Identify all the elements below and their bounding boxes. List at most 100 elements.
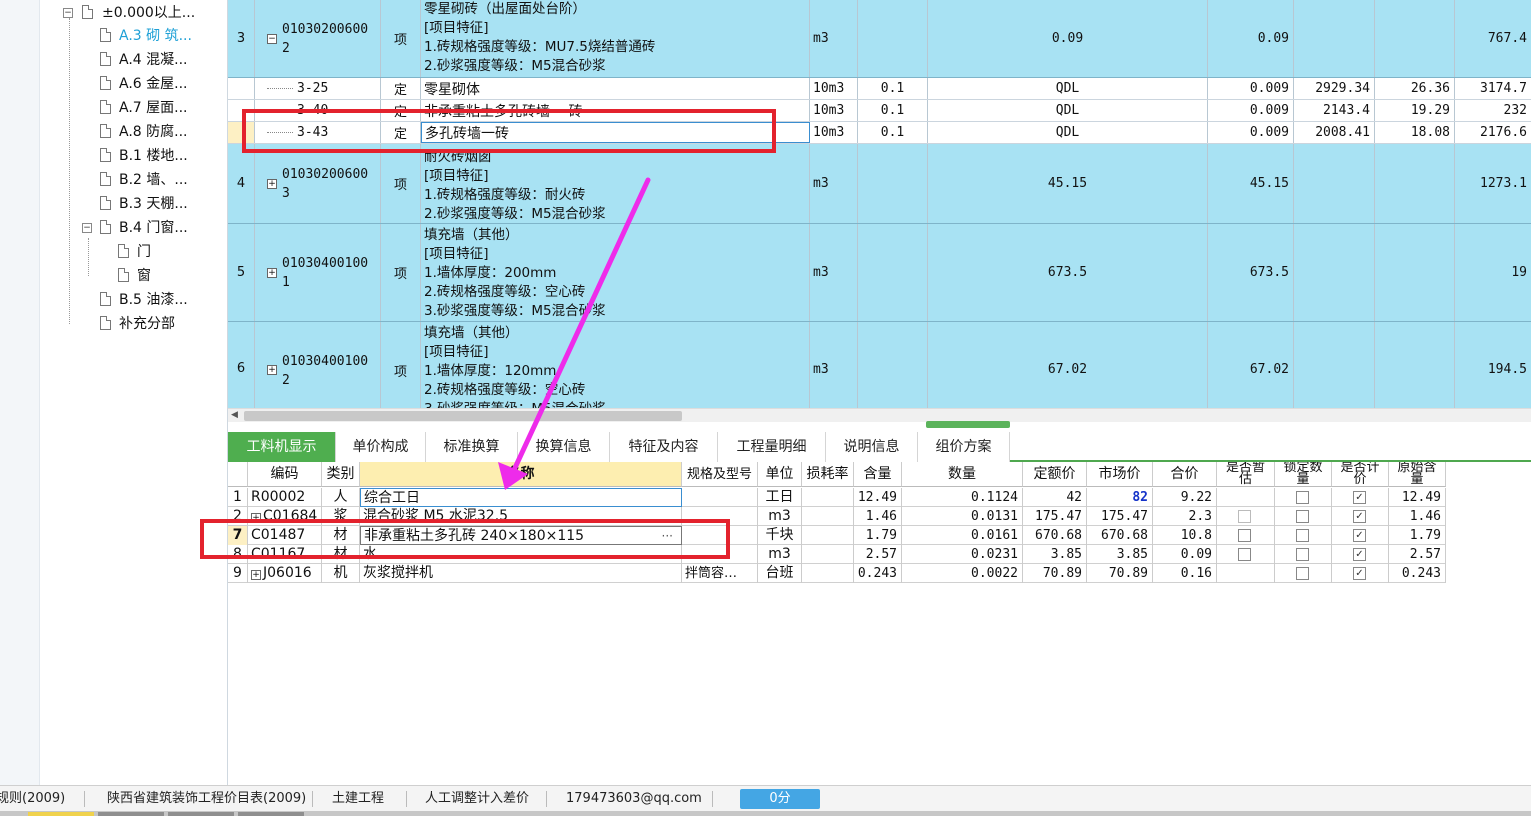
scrollbar-thumb[interactable] (244, 411, 682, 421)
code-cell[interactable]: + 01030200600 3 (255, 144, 381, 223)
content-cell[interactable]: 1.46 (854, 507, 902, 526)
collapse-icon[interactable]: − (63, 8, 73, 18)
table-row[interactable]: 5 + 01030400100 1 项 填充墙（其他） [项目特征] 1.墙体厚… (228, 224, 1531, 322)
table-row[interactable]: 3 − 01030200600 2 项 零星砌砖（出屋面处台阶） [项目特征] … (228, 0, 1531, 78)
name-cell[interactable]: 灰浆搅拌机 (360, 564, 682, 583)
quantity-cell[interactable]: 0.0022 (902, 564, 1023, 583)
scroll-left-icon[interactable]: ◀ (231, 410, 238, 420)
header-quota-price[interactable]: 定额价 (1023, 462, 1087, 487)
code-cell[interactable]: C01167 (248, 545, 322, 564)
estimate-checkbox[interactable] (1238, 548, 1251, 561)
header-is-estimate[interactable]: 是否暂 估 (1217, 462, 1275, 487)
tab-quantity-details[interactable]: 工程量明细 (718, 432, 826, 462)
collapse-icon[interactable]: − (267, 33, 277, 44)
tab-conversion-info[interactable]: 换算信息 (518, 432, 610, 462)
taskbar-item[interactable] (238, 812, 304, 816)
header-market-price[interactable]: 市场价 (1087, 462, 1153, 487)
horizontal-scrollbar[interactable]: ◀ (228, 408, 1531, 422)
quantity-cell[interactable]: 0.0131 (902, 507, 1023, 526)
code-cell[interactable]: + C01684 (248, 507, 322, 526)
table-row-selected[interactable]: 3-43 定 多孔砖墙一砖 10m3 0.1 QDL 0.009 2008.41… (228, 122, 1531, 144)
priced-checkbox[interactable]: ✓ (1353, 491, 1366, 504)
loss-rate-cell[interactable] (802, 488, 854, 507)
header-category[interactable]: 类别 (322, 462, 360, 487)
table-row[interactable]: 9 + J06016 机 灰浆搅拌机 拌筒容… 台班 0.243 0.0022 7… (228, 564, 1446, 583)
table-row[interactable]: 3-40 定 非承重粘土多孔砖墙 一砖 10m3 0.1 QDL 0.009 2… (228, 100, 1531, 122)
lock-checkbox[interactable] (1296, 491, 1309, 504)
description-input[interactable]: 多孔砖墙一砖 (421, 122, 810, 143)
header-quantity[interactable]: 数量 (902, 462, 1023, 487)
expression-cell[interactable]: QDL (928, 100, 1208, 121)
code-cell[interactable]: R00002 (248, 488, 322, 507)
lock-checkbox[interactable] (1296, 567, 1309, 580)
loss-rate-cell[interactable] (802, 564, 854, 583)
spec-cell[interactable] (682, 488, 758, 507)
code-cell[interactable]: + 01030400100 1 (255, 224, 381, 321)
name-cell[interactable]: 综合工日 (360, 488, 682, 507)
content-cell[interactable]: 0.1 (858, 100, 928, 121)
expand-icon[interactable]: + (267, 365, 277, 375)
tab-description-info[interactable]: 说明信息 (826, 432, 918, 462)
table-row[interactable]: 2 + C01684 浆 混合砂浆 M5 水泥32.5 m3 1.46 0.013… (228, 507, 1446, 526)
estimate-checkbox[interactable] (1238, 529, 1251, 542)
estimate-checkbox[interactable] (1238, 510, 1251, 523)
code-cell[interactable]: C01487 (248, 526, 322, 545)
table-row[interactable]: 1 R00002 人 综合工日 工日 12.49 0.1124 42 82 9.… (228, 488, 1446, 507)
table-row[interactable]: 6 + 01030400100 2 项 填充墙（其他） [项目特征] 1.墙体厚… (228, 322, 1531, 408)
lock-cell[interactable] (1275, 545, 1332, 564)
description-cell[interactable]: 零星砌砖（出屋面处台阶） [项目特征] 1.砖规格强度等级：MU7.5烧结普通砖… (421, 0, 810, 77)
estimate-cell[interactable] (1217, 526, 1275, 545)
header-original-content[interactable]: 原始含 量 (1389, 462, 1446, 487)
expand-icon[interactable]: + (267, 178, 277, 189)
priced-checkbox[interactable]: ✓ (1353, 567, 1366, 580)
header-unit[interactable]: 单位 (758, 462, 802, 487)
priced-cell[interactable]: ✓ (1332, 545, 1389, 564)
taskbar-item[interactable] (28, 812, 94, 816)
expression-cell[interactable]: QDL (928, 78, 1208, 99)
header-code[interactable]: 编码 (248, 462, 322, 487)
priced-cell[interactable]: ✓ (1332, 507, 1389, 526)
spec-cell[interactable] (682, 526, 758, 545)
lock-cell[interactable] (1275, 564, 1332, 583)
expression-cell[interactable]: QDL (928, 122, 1208, 143)
name-input[interactable]: 非承重粘土多孔砖 240×180×115 ··· (360, 526, 682, 545)
spec-cell[interactable] (682, 545, 758, 564)
priced-checkbox[interactable]: ✓ (1353, 510, 1366, 523)
estimate-cell[interactable] (1217, 507, 1275, 526)
header-name[interactable]: 名称 (360, 462, 682, 487)
priced-checkbox[interactable]: ✓ (1353, 548, 1366, 561)
name-cell[interactable]: 混合砂浆 M5 水泥32.5 (360, 507, 682, 526)
quantity-cell[interactable]: 0.1124 (902, 488, 1023, 507)
priced-checkbox[interactable]: ✓ (1353, 529, 1366, 542)
description-cell[interactable]: 耐火砖烟囱 [项目特征] 1.砖规格强度等级：耐火砖 2.砂浆强度等级：M5混合… (421, 144, 810, 223)
code-cell[interactable]: + J06016 (248, 564, 322, 583)
panel-splitter-handle[interactable] (926, 421, 1010, 428)
content-cell[interactable]: 0.1 (858, 122, 928, 143)
description-cell[interactable]: 填充墙（其他） [项目特征] 1.墙体厚度：120mm 2.砖规格强度等级：空心… (421, 322, 810, 408)
header-content[interactable]: 含量 (854, 462, 902, 487)
content-cell[interactable]: 0.243 (854, 564, 902, 583)
description-cell[interactable]: 非承重粘土多孔砖墙 一砖 (421, 100, 810, 121)
market-price-cell[interactable]: 3.85 (1087, 545, 1153, 564)
market-price-cell[interactable]: 70.89 (1087, 564, 1153, 583)
points-badge[interactable]: 0分 (740, 789, 820, 809)
table-row[interactable]: 8 C01167 材 水 m3 2.57 0.0231 3.85 3.85 0.… (228, 545, 1446, 564)
spec-cell[interactable] (682, 507, 758, 526)
loss-rate-cell[interactable] (802, 507, 854, 526)
content-cell[interactable]: 12.49 (854, 488, 902, 507)
lock-cell[interactable] (1275, 526, 1332, 545)
lock-checkbox[interactable] (1296, 529, 1309, 542)
more-button[interactable]: ··· (662, 527, 673, 544)
expand-icon[interactable]: + (251, 513, 261, 523)
lock-checkbox[interactable] (1296, 510, 1309, 523)
lock-cell[interactable] (1275, 488, 1332, 507)
code-cell[interactable]: + 01030400100 2 (255, 322, 381, 408)
priced-cell[interactable]: ✓ (1332, 526, 1389, 545)
quantity-cell[interactable]: 0.0161 (902, 526, 1023, 545)
loss-rate-cell[interactable] (802, 526, 854, 545)
priced-cell[interactable]: ✓ (1332, 564, 1389, 583)
content-cell[interactable]: 0.1 (858, 78, 928, 99)
code-cell[interactable]: 3-40 (255, 100, 381, 121)
loss-rate-cell[interactable] (802, 545, 854, 564)
header-spec[interactable]: 规格及型号 (682, 462, 758, 487)
